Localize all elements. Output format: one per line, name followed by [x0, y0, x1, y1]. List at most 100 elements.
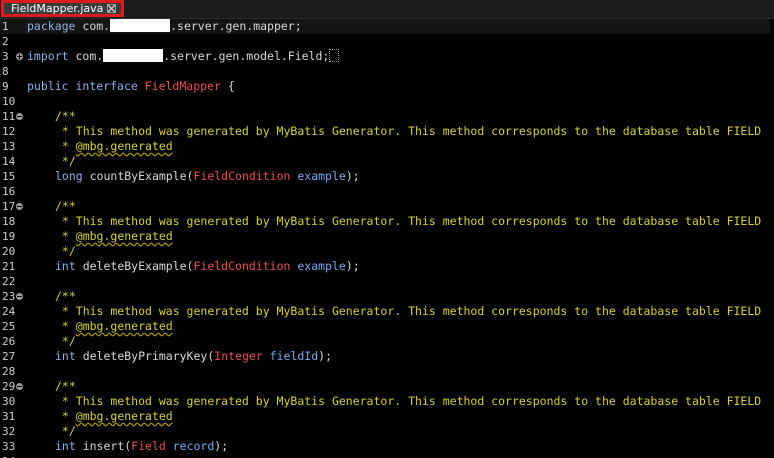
line-gutter: 2: [0, 34, 24, 49]
close-icon[interactable]: [107, 4, 116, 13]
line-number: 24: [2, 305, 16, 318]
code-line[interactable]: 11 /**: [0, 109, 774, 124]
method-name: deleteByPrimaryKey(: [75, 349, 215, 363]
line-gutter: 8: [0, 64, 24, 79]
tab-fieldmapper-java[interactable]: FieldMapper.java: [1, 0, 124, 17]
code-editor[interactable]: FieldMapper.java 1 package com. .server.g…: [0, 0, 774, 458]
return-type: int: [55, 259, 76, 273]
fold-expand-icon[interactable]: [16, 53, 23, 60]
code-text: /**: [55, 199, 76, 214]
line-gutter: 23: [0, 289, 24, 304]
doc-comment-close: */: [55, 424, 76, 438]
code-line[interactable]: 32 */: [0, 424, 774, 439]
fold-collapse-icon[interactable]: [16, 113, 23, 120]
fold-collapse-icon[interactable]: [16, 383, 23, 390]
line-gutter: 24: [0, 304, 24, 319]
code-line[interactable]: 17 /**: [0, 199, 774, 214]
line-gutter: 27: [0, 349, 24, 364]
code-line[interactable]: 21 int deleteByExample(FieldCondition ex…: [0, 259, 774, 274]
code-line[interactable]: 3 import com. .server.gen.model.Field;: [0, 49, 774, 64]
code-text: */: [55, 424, 76, 439]
param-name: example: [297, 259, 346, 273]
line-gutter: 21: [0, 259, 24, 274]
line-gutter: 13: [0, 139, 24, 154]
param-name: record: [172, 439, 215, 453]
param-name: example: [297, 169, 346, 183]
code-line[interactable]: 31 * @mbg.generated: [0, 409, 774, 424]
code-line[interactable]: 16: [0, 184, 774, 199]
code-line[interactable]: 26 */: [0, 334, 774, 349]
code-line[interactable]: 8: [0, 64, 774, 79]
editor-right-edge: [770, 19, 774, 458]
fold-collapse-icon[interactable]: [16, 293, 23, 300]
line-number: 30: [2, 395, 16, 408]
code-line[interactable]: 15 long countByExample(FieldCondition ex…: [0, 169, 774, 184]
code-text: import com. .server.gen.model.Field;: [27, 49, 340, 64]
fold-collapse-icon[interactable]: [16, 203, 23, 210]
code-line[interactable]: 9 public interface FieldMapper {: [0, 79, 774, 94]
line-gutter: 11: [0, 109, 24, 124]
doc-comment-close: */: [55, 154, 76, 168]
line-gutter: 3: [0, 49, 24, 64]
brace: {: [220, 79, 235, 93]
code-line[interactable]: 23 /**: [0, 289, 774, 304]
line-number: 17: [2, 200, 16, 213]
line-gutter: 14: [0, 154, 24, 169]
code-line[interactable]: 33 int insert(Field record);: [0, 439, 774, 454]
code-line[interactable]: 20 */: [0, 244, 774, 259]
method-name: insert(: [75, 439, 132, 453]
doc-comment-star: *: [55, 409, 76, 423]
code-line[interactable]: 1 package com. .server.gen.mapper;: [0, 19, 774, 34]
code-line[interactable]: 24 * This method was generated by MyBati…: [0, 304, 774, 319]
code-line[interactable]: 22: [0, 274, 774, 289]
keyword: interface: [75, 79, 138, 93]
doc-comment-close: */: [55, 334, 76, 348]
code-area[interactable]: 1 package com. .server.gen.mapper; 2 3 im…: [0, 19, 774, 458]
line-gutter: 28: [0, 364, 24, 379]
return-type: int: [55, 439, 76, 453]
package-prefix: com.: [82, 19, 111, 33]
statement-end: );: [214, 439, 229, 453]
line-gutter: 1: [0, 19, 24, 34]
code-line[interactable]: 10: [0, 94, 774, 109]
doc-tag: @mbg.generated: [75, 139, 173, 153]
code-line[interactable]: 14 */: [0, 154, 774, 169]
code-text: */: [55, 334, 76, 349]
doc-comment-text: * This method was generated by MyBatis G…: [55, 124, 762, 138]
code-text: int insert(Field record);: [55, 439, 228, 454]
line-gutter: 22: [0, 274, 24, 289]
statement-end: );: [345, 259, 360, 273]
code-line[interactable]: 2: [0, 34, 774, 49]
import-suffix: .server.gen.model.Field;: [163, 49, 330, 63]
code-line[interactable]: 27 int deleteByPrimaryKey(Integer fieldI…: [0, 349, 774, 364]
line-number: 34: [2, 454, 15, 458]
code-text: int deleteByPrimaryKey(Integer fieldId);: [55, 349, 332, 364]
collapsed-imports-icon[interactable]: [329, 49, 340, 62]
tab-label: FieldMapper.java: [11, 2, 104, 15]
code-line[interactable]: 18 * This method was generated by MyBati…: [0, 214, 774, 229]
code-line[interactable]: 29 /**: [0, 379, 774, 394]
line-gutter: 33: [0, 439, 24, 454]
doc-comment-star: *: [55, 319, 76, 333]
code-line[interactable]: 19 * @mbg.generated: [0, 229, 774, 244]
line-gutter: 29: [0, 379, 24, 394]
line-number: 33: [2, 440, 16, 453]
code-text: */: [55, 244, 76, 259]
code-line[interactable]: 30 * This method was generated by MyBati…: [0, 394, 774, 409]
line-number: 25: [2, 320, 16, 333]
code-line[interactable]: 12 * This method was generated by MyBati…: [0, 124, 774, 139]
code-text: long countByExample(FieldCondition examp…: [55, 169, 360, 184]
line-number: 8: [2, 65, 9, 78]
line-gutter: 16: [0, 184, 24, 199]
line-gutter: 10: [0, 94, 24, 109]
code-line[interactable]: 13 * @mbg.generated: [0, 139, 774, 154]
code-line[interactable]: 34: [0, 454, 774, 458]
param-type: FieldCondition: [193, 259, 291, 273]
code-line[interactable]: 25 * @mbg.generated: [0, 319, 774, 334]
line-gutter: 26: [0, 334, 24, 349]
line-number: 23: [2, 290, 16, 303]
code-line[interactable]: 28: [0, 364, 774, 379]
code-text: public interface FieldMapper {: [27, 79, 235, 94]
redacted-block: [103, 49, 164, 62]
code-text: * This method was generated by MyBatis G…: [55, 304, 761, 319]
